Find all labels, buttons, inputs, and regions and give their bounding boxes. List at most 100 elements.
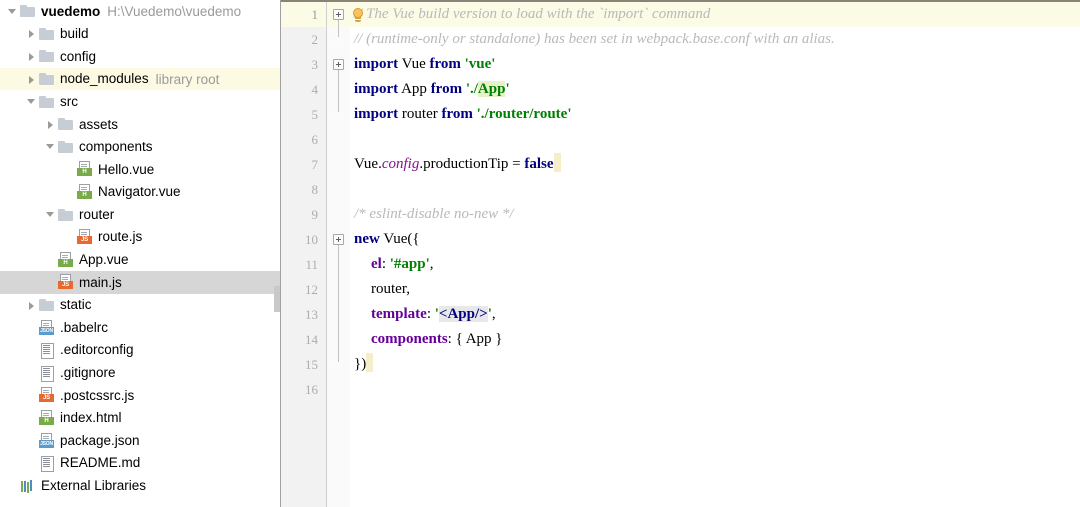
tree-item-package.json[interactable]: JSON package.json xyxy=(0,429,280,452)
fold-expanded-icon[interactable] xyxy=(333,59,344,70)
fold-end-marker-icon[interactable] xyxy=(327,36,351,47)
tree-item-main.js[interactable]: JS main.js xyxy=(0,271,280,294)
code-token: false xyxy=(524,156,554,172)
tree-twisty-closed-icon[interactable] xyxy=(25,50,38,63)
tree-twisty-closed-icon[interactable] xyxy=(25,299,38,312)
editor-gutter[interactable]: 1 2 3 4 5 6 7 8 9 10 11 12 13 14 15 16 xyxy=(281,2,326,507)
text-caret xyxy=(366,353,374,372)
code-token: from xyxy=(441,106,473,122)
fold-expanded-icon[interactable] xyxy=(333,9,344,20)
tree-item-router[interactable]: router xyxy=(0,203,280,226)
tree-item-external-libraries[interactable]: External Libraries xyxy=(0,474,280,497)
project-tree[interactable]: vuedemo H:\Vuedemo\vuedemo build config node… xyxy=(0,0,280,497)
code-editor[interactable]: 1 2 3 4 5 6 7 8 9 10 11 12 13 14 15 16 // The Vue build… xyxy=(281,0,1080,507)
code-line-3[interactable]: import Vue from 'vue' xyxy=(354,52,495,77)
code-line-2[interactable]: // (runtime-only or standalone) has been… xyxy=(354,27,835,52)
project-tree-scrollbar[interactable] xyxy=(274,0,280,507)
code-token: <App/> xyxy=(438,306,488,322)
tree-twisty-open-icon[interactable] xyxy=(6,5,19,18)
fold-end-marker-icon[interactable] xyxy=(327,361,351,372)
tree-item-node_modules[interactable]: node_modules library root xyxy=(0,67,280,91)
fold-end-marker-icon[interactable] xyxy=(327,111,351,122)
tree-item-README.md[interactable]: README.md xyxy=(0,452,280,475)
json-file-icon: JSON xyxy=(39,432,55,449)
tree-item-assets[interactable]: assets xyxy=(0,113,280,136)
tree-item-.postcssrc.js[interactable]: JS .postcssrc.js xyxy=(0,384,280,407)
folder-icon xyxy=(39,48,55,64)
tree-item-build[interactable]: build xyxy=(0,23,280,46)
project-tool-window[interactable]: vuedemo H:\Vuedemo\vuedemo build config node… xyxy=(0,0,280,507)
code-line-15[interactable]: }) xyxy=(354,352,374,377)
html-file-icon: H xyxy=(39,409,55,426)
code-token: .productionTip = xyxy=(419,156,525,172)
line-number: 13 xyxy=(305,307,318,322)
code-line-13[interactable]: template: '<App/>', xyxy=(371,302,496,327)
tree-item-label: package.json xyxy=(60,432,140,448)
code-text-area[interactable]: // The Vue build version to load with th… xyxy=(350,2,1080,507)
code-folding-strip[interactable] xyxy=(326,2,351,507)
text-caret xyxy=(553,153,561,172)
tree-item-vuedemo[interactable]: vuedemo H:\Vuedemo\vuedemo xyxy=(0,0,280,23)
tree-item-label: route.js xyxy=(98,229,143,245)
code-token: : { App } xyxy=(447,331,503,347)
tree-twisty-open-icon[interactable] xyxy=(44,140,57,153)
code-token: from xyxy=(429,56,461,72)
tree-twisty-open-icon[interactable] xyxy=(25,95,38,108)
tree-item-components[interactable]: components xyxy=(0,136,280,159)
tree-item-static[interactable]: static xyxy=(0,294,280,317)
code-token: : xyxy=(381,256,390,272)
js-file-icon: JS xyxy=(77,229,93,245)
tree-item-.editorconfig[interactable]: .editorconfig xyxy=(0,339,280,362)
tree-item-index.html[interactable]: Hindex.html xyxy=(0,407,280,430)
code-line-14[interactable]: components: { App } xyxy=(371,327,503,352)
fold-region-line xyxy=(338,245,339,362)
fold-expanded-icon[interactable] xyxy=(333,234,344,245)
code-line-10[interactable]: new Vue({ xyxy=(354,227,420,252)
intention-bulb-icon[interactable] xyxy=(352,8,365,23)
tree-item-.babelrc[interactable]: JSON .babelrc xyxy=(0,316,280,339)
tree-twisty-closed-icon[interactable] xyxy=(44,118,57,131)
tree-item-.gitignore[interactable]: .gitignore xyxy=(0,362,280,385)
text-file-icon xyxy=(39,342,55,360)
line-number: 14 xyxy=(305,332,318,347)
tree-item-App.vue[interactable]: H App.vue xyxy=(0,249,280,272)
tree-item-label: App.vue xyxy=(79,252,129,268)
tree-item-route.js[interactable]: JS route.js xyxy=(0,226,280,249)
tree-item-config[interactable]: config xyxy=(0,45,280,68)
code-token: '#app' xyxy=(389,256,430,272)
folder-icon xyxy=(39,26,55,42)
tree-item-label: Navigator.vue xyxy=(98,184,181,200)
tree-twisty-closed-icon[interactable] xyxy=(25,27,38,40)
code-token: , xyxy=(429,256,434,272)
line-number: 1 xyxy=(311,7,319,22)
tree-item-Hello.vue[interactable]: H Hello.vue xyxy=(0,158,280,181)
folder-icon xyxy=(58,139,74,155)
vue-file-icon: H xyxy=(77,161,93,177)
code-line-7[interactable]: Vue.config.productionTip = false xyxy=(354,152,561,177)
tree-twisty-open-icon[interactable] xyxy=(44,208,57,221)
code-line-9[interactable]: /* eslint-disable no-new */ xyxy=(354,202,514,227)
tree-item-label: src xyxy=(60,93,78,109)
code-token: import xyxy=(354,56,399,72)
code-token: template xyxy=(371,306,427,322)
line-number: 7 xyxy=(311,157,319,172)
code-line-12[interactable]: router, xyxy=(371,277,410,302)
code-line-5[interactable]: import router from './router/route' xyxy=(354,102,571,127)
tree-item-Navigator.vue[interactable]: H Navigator.vue xyxy=(0,181,280,204)
folder-icon xyxy=(39,297,55,313)
project-tree-scrollbar-thumb[interactable] xyxy=(274,286,280,312)
tree-twisty-closed-icon[interactable] xyxy=(25,73,38,86)
tree-item-subtitle: library root xyxy=(155,71,220,87)
line-number: 2 xyxy=(311,32,319,47)
code-line-11[interactable]: el: '#app', xyxy=(371,252,434,277)
fold-region-line xyxy=(338,20,339,37)
code-line-4[interactable]: import App from './App' xyxy=(354,77,510,102)
tree-item-src[interactable]: src xyxy=(0,90,280,113)
code-line-1[interactable]: // The Vue build version to load with th… xyxy=(354,2,710,27)
js-file-icon: JS xyxy=(39,387,55,403)
